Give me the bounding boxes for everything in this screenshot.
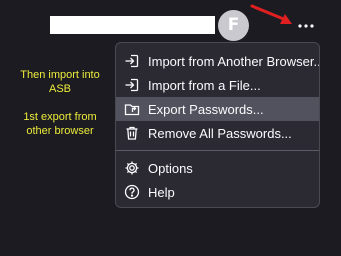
- trash-icon: [124, 125, 140, 141]
- passwords-menu: Import from Another Browser... Import fr…: [115, 42, 320, 208]
- help-icon: [124, 184, 140, 200]
- menu-item-label: Import from a File...: [148, 77, 261, 93]
- ellipsis-icon: [298, 24, 314, 28]
- redacted-bar: [50, 16, 215, 34]
- import-file-icon: [124, 77, 140, 93]
- menu-item-help[interactable]: Help: [116, 180, 319, 204]
- export-folder-icon: [124, 101, 140, 117]
- red-arrow-annotation: [250, 4, 292, 24]
- menu-separator: [116, 150, 319, 151]
- more-options-button[interactable]: [293, 13, 319, 39]
- menu-item-export-passwords[interactable]: Export Passwords...: [116, 97, 319, 121]
- annotation-line-2: 1st export from other browser: [23, 111, 97, 137]
- menu-item-label: Help: [148, 184, 175, 200]
- instruction-annotation: Then import into ASB 1st export from oth…: [12, 68, 108, 138]
- avatar[interactable]: F: [218, 10, 249, 41]
- menu-item-import-browser[interactable]: Import from Another Browser...: [116, 49, 319, 73]
- menu-item-import-file[interactable]: Import from a File...: [116, 73, 319, 97]
- menu-item-label: Options: [148, 160, 193, 176]
- annotation-line-1: Then import into ASB: [20, 69, 100, 95]
- menu-item-options[interactable]: Options: [116, 156, 319, 180]
- menu-item-label: Export Passwords...: [148, 101, 264, 117]
- menu-item-label: Remove All Passwords...: [148, 125, 292, 141]
- menu-item-remove-all[interactable]: Remove All Passwords...: [116, 121, 319, 145]
- menu-item-label: Import from Another Browser...: [148, 53, 319, 69]
- gear-icon: [124, 160, 140, 176]
- import-icon: [124, 53, 140, 69]
- browser-window: F Then import into ASB 1st export from o…: [0, 0, 341, 256]
